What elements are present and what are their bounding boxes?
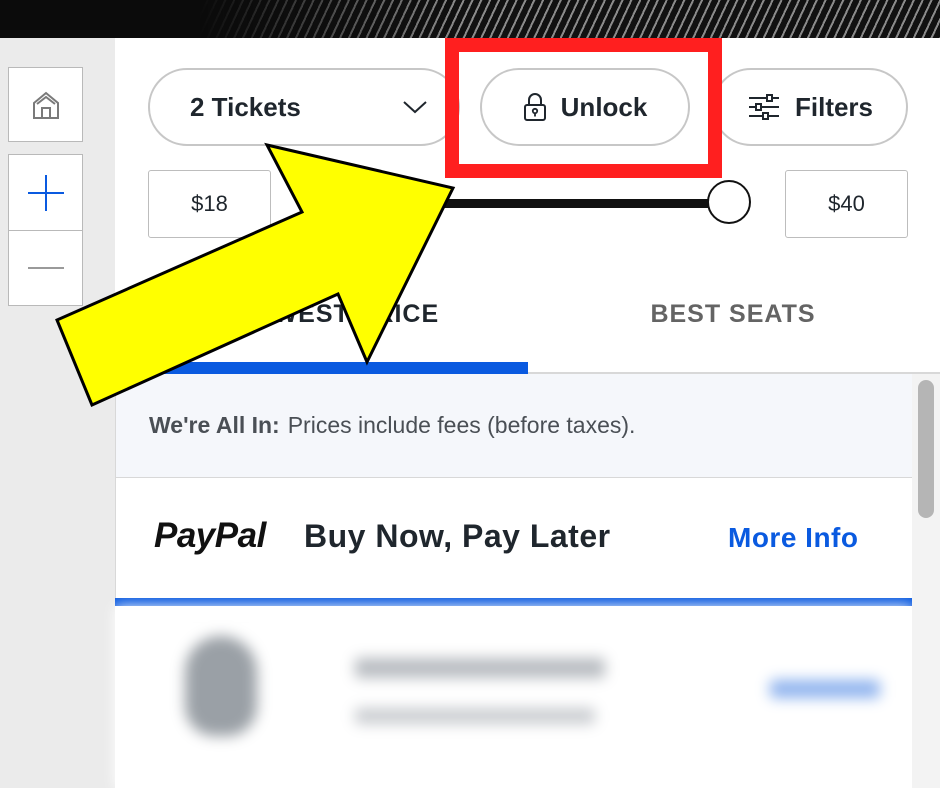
price-slider-track[interactable] (380, 199, 730, 208)
blurred-text-line (355, 658, 605, 678)
minus-icon (27, 267, 64, 269)
seat-map-area[interactable] (0, 38, 115, 788)
paypal-more-info-link[interactable]: More Info (728, 522, 859, 554)
blurred-avatar (185, 636, 257, 736)
top-header-bar (0, 0, 940, 38)
max-price-value: $40 (828, 191, 865, 216)
paypal-promo-row: PayPal Buy Now, Pay Later More Info (115, 478, 912, 600)
map-home-button[interactable] (8, 67, 83, 142)
filters-button[interactable]: Filters (712, 68, 908, 146)
blurred-text-line (355, 708, 595, 724)
all-in-pricing-notice: We're All In: Prices include fees (befor… (115, 374, 912, 478)
filters-label: Filters (794, 91, 874, 122)
min-price-value: $18 (191, 191, 228, 216)
ticket-quantity-select[interactable]: 2 Tickets (148, 68, 460, 146)
list-scrollbar-thumb[interactable] (918, 380, 934, 518)
tab-lowest-price[interactable]: LOWEST PRICE (148, 300, 528, 329)
sliders-icon (748, 94, 779, 120)
header-stripe-pattern (200, 0, 940, 38)
paypal-logo: PayPal (154, 516, 266, 555)
zoom-out-button[interactable] (9, 231, 82, 305)
zoom-in-button[interactable] (9, 155, 82, 231)
max-price-input[interactable]: $40 (785, 170, 908, 238)
annotation-highlight-box (445, 38, 722, 178)
blurred-link (770, 680, 880, 698)
home-icon (32, 91, 59, 119)
price-slider-max-handle[interactable] (707, 180, 751, 224)
paypal-row-divider (115, 598, 912, 606)
active-tab-indicator (115, 362, 528, 374)
map-zoom-controls (8, 154, 83, 306)
tab-best-seats[interactable]: BEST SEATS (528, 300, 938, 329)
paypal-promo-text: Buy Now, Pay Later (304, 518, 611, 554)
plus-icon (27, 174, 64, 211)
min-price-input[interactable]: $18 (148, 170, 271, 238)
notice-bold-label: We're All In: (149, 412, 280, 438)
blurred-ticket-listing (115, 606, 912, 788)
notice-text: Prices include fees (before taxes). (287, 412, 636, 438)
ticket-quantity-label: 2 Tickets (190, 91, 301, 122)
chevron-down-icon (403, 101, 427, 114)
